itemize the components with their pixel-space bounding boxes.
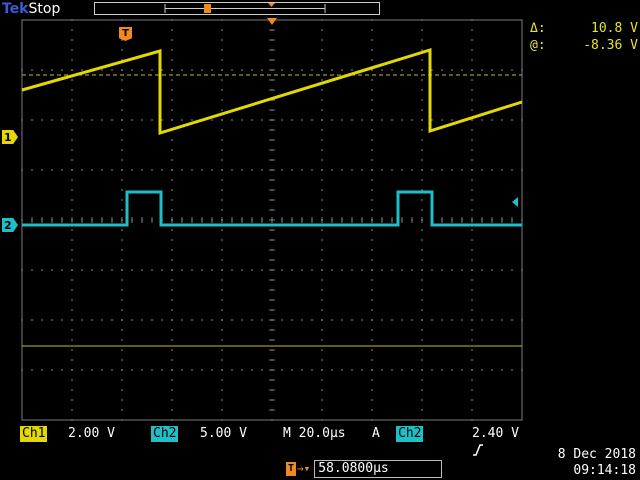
- timebase[interactable]: M 20.0µs: [283, 426, 346, 442]
- ch2-label[interactable]: Ch2: [151, 426, 179, 442]
- trigger-point-icon: T: [119, 27, 132, 41]
- datetime: 8 Dec 2018 09:14:18: [536, 447, 636, 479]
- ch1-scale: 2.00 V: [68, 426, 115, 441]
- trigger-position-readout[interactable]: T →▾ 58.0800µs: [286, 460, 443, 478]
- date: 8 Dec 2018: [557, 447, 636, 462]
- trigger-level-marker: [512, 197, 518, 207]
- trigger-level: 2.40 V: [472, 426, 519, 441]
- trigger-position-value: 58.0800µs: [314, 460, 443, 478]
- trigger-source[interactable]: Ch2: [396, 426, 424, 442]
- graticule: [21, 19, 523, 421]
- waveform-display[interactable]: [0, 0, 640, 480]
- arrow-right-icon: →▾: [297, 462, 311, 475]
- ch2-scale: 5.00 V: [200, 426, 247, 441]
- trigger-mode: A: [372, 426, 380, 441]
- trigger-offset-icon: T: [286, 462, 297, 476]
- status-bar: Ch1 2.00 V Ch2 5.00 V M 20.0µs A Ch2 2.4…: [20, 426, 523, 456]
- ch1-label[interactable]: Ch1: [20, 426, 48, 442]
- trigger-position-marker: [267, 18, 277, 25]
- time: 09:14:18: [573, 463, 636, 478]
